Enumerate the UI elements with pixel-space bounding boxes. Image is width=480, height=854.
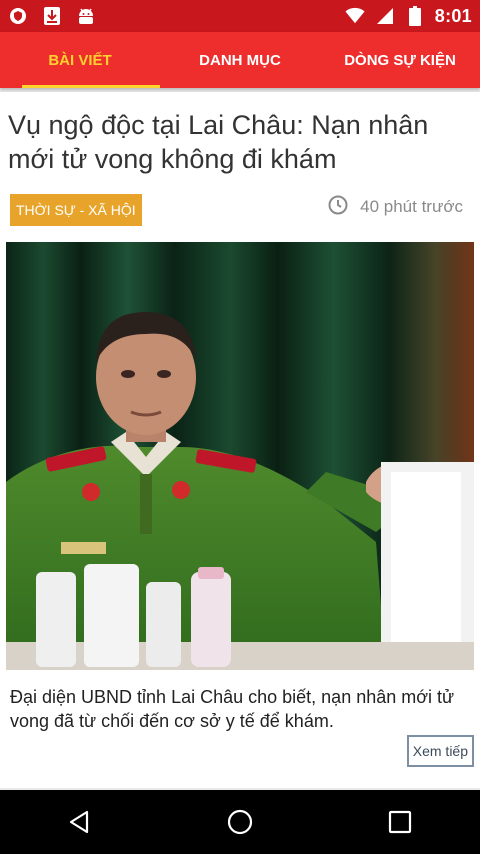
clock-icon	[328, 195, 348, 220]
article-summary: Đại diện UBND tỉnh Lai Châu cho biết, nạ…	[10, 687, 455, 731]
tab-danh-muc[interactable]: DANH MỤC	[160, 32, 320, 88]
battery-icon	[405, 6, 425, 26]
status-bar: 8:01	[0, 0, 480, 32]
android-icon	[76, 6, 96, 26]
category-badge[interactable]: THỜI SỰ - XÃ HỘI	[10, 194, 142, 226]
tab-bai-viet[interactable]: BÀI VIẾT	[0, 32, 160, 88]
tab-dong-su-kien[interactable]: DÒNG SỰ KIỆN	[320, 32, 480, 88]
clock: 8:01	[434, 5, 472, 26]
read-more-button[interactable]: Xem tiếp	[406, 735, 474, 767]
recents-icon[interactable]	[370, 792, 430, 852]
download-icon	[42, 6, 62, 26]
article-timestamp: 40 phút trước	[328, 195, 463, 219]
wifi-icon	[345, 6, 365, 26]
back-icon[interactable]	[50, 792, 110, 852]
status-notifications	[8, 6, 96, 26]
system-navigation-bar	[0, 790, 480, 854]
home-icon[interactable]	[210, 792, 270, 852]
article-card[interactable]: Vụ ngộ độc tại Lai Châu: Nạn nhân mới tử…	[0, 92, 480, 788]
article-photo[interactable]	[6, 242, 474, 670]
tab-bar: BÀI VIẾT DANH MỤC DÒNG SỰ KIỆN	[0, 32, 480, 88]
article-title[interactable]: Vụ ngộ độc tại Lai Châu: Nạn nhân mới tử…	[8, 108, 470, 176]
shield-notification-icon	[8, 6, 28, 26]
time-ago-text: 40 phút trước	[360, 197, 463, 216]
cellular-signal-icon	[375, 6, 395, 26]
status-system: 8:01	[345, 6, 472, 27]
